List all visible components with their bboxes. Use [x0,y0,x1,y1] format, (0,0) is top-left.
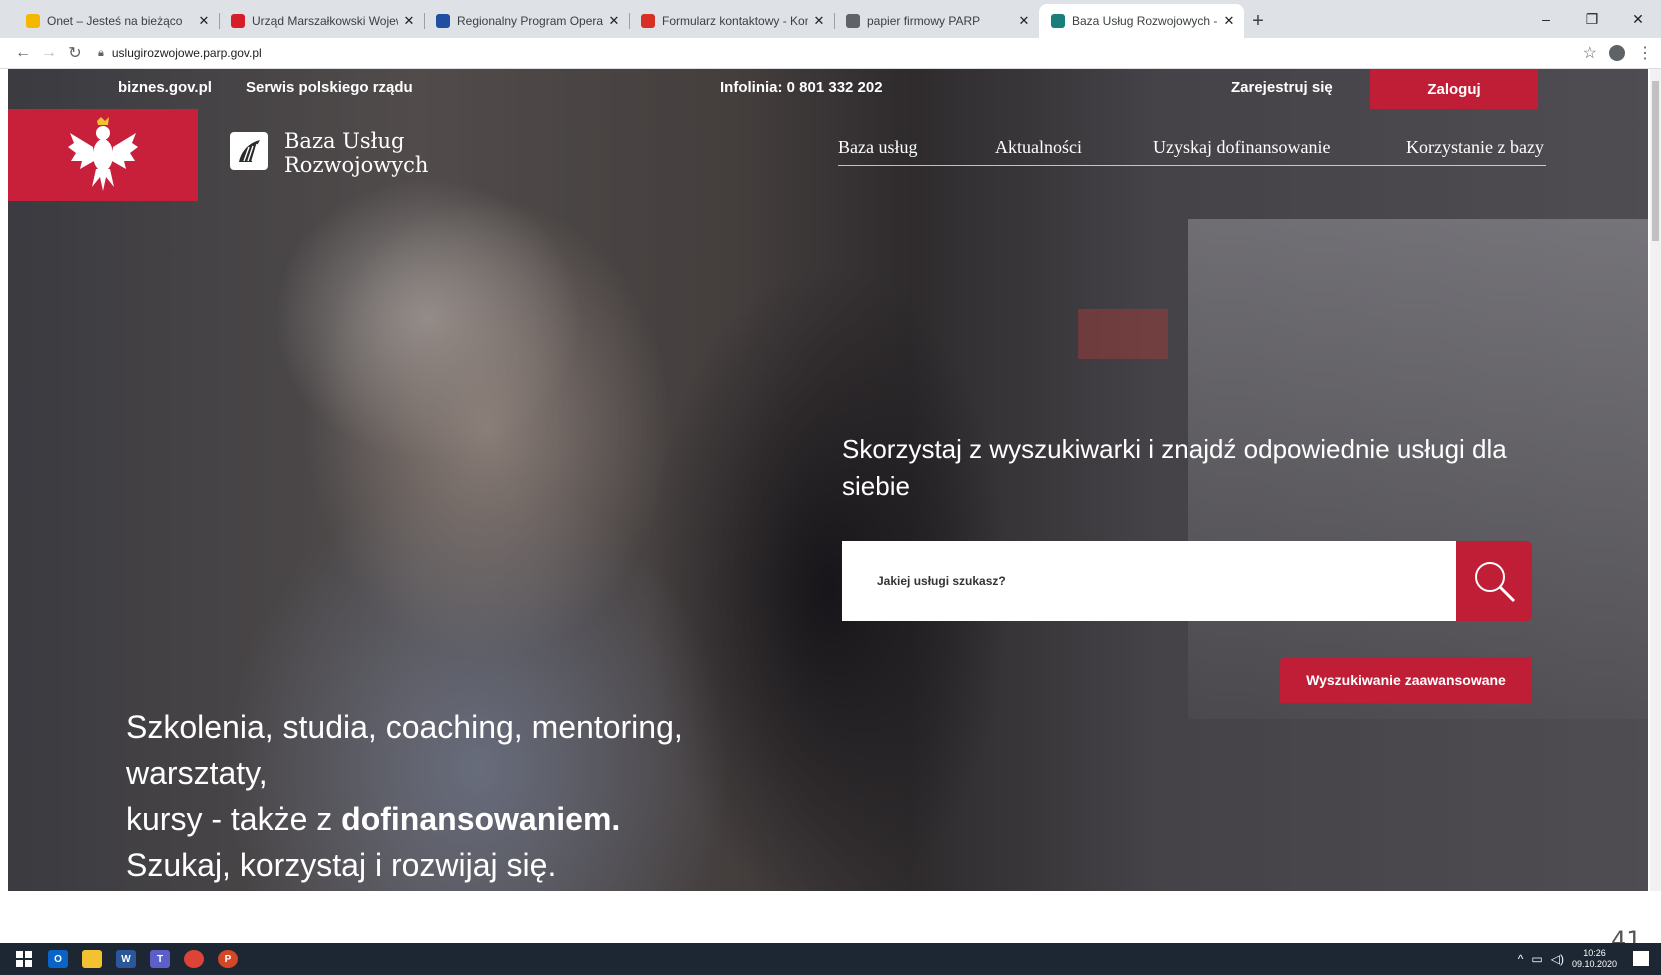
bur-logo-icon [230,132,268,170]
search-input[interactable] [842,541,1437,621]
lock-icon: 🔒︎ [98,46,104,59]
top-bar: biznes.gov.pl Serwis polskiego rządu Inf… [8,69,1648,109]
clock-time: 10:26 [1583,948,1606,958]
hero-line-1: Szkolenia, studia, coaching, mentoring, … [126,709,683,791]
teams-icon[interactable]: T [150,950,170,968]
word-icon[interactable]: W [116,950,136,968]
logo-line-2: Rozwojowych [284,153,429,177]
browser-tab[interactable]: Formularz kontaktowy - Kompete ✕ [629,4,834,38]
onet-favicon-icon [26,14,40,28]
search-box [842,541,1456,621]
new-tab-button[interactable]: + [1244,4,1272,38]
logo-line-1: Baza Usług [284,129,405,153]
tab-close-icon[interactable]: ✕ [1222,13,1236,29]
page-viewport: biznes.gov.pl Serwis polskiego rządu Inf… [8,69,1648,891]
rpo-favicon-icon [436,14,450,28]
close-window-icon[interactable]: ✕ [1615,0,1661,38]
background-decoration [1078,309,1168,359]
tab-title: Formularz kontaktowy - Kompete [662,14,808,28]
tab-title: Urząd Marszałkowski Województ [252,14,398,28]
bur-favicon-icon [1051,14,1065,28]
tab-title: papier firmowy PARP [867,14,981,28]
browser-tab[interactable]: Onet – Jesteś na bieżąco ✕ [14,4,219,38]
outlook-icon[interactable]: O [48,950,68,968]
nav-aktualnosci[interactable]: Aktualności [995,137,1082,158]
tab-list: Onet – Jesteś na bieżąco ✕ Urząd Marszałko… [14,4,1244,38]
clock[interactable]: 10:26 09.10.2020 [1572,948,1617,970]
file-explorer-icon[interactable] [82,950,102,968]
urzad-favicon-icon [231,14,245,28]
profile-icon[interactable] [1609,45,1625,61]
form-favicon-icon [641,14,655,28]
browser-tab[interactable]: Urząd Marszałkowski Województ ✕ [219,4,424,38]
reload-icon[interactable]: ↻ [62,43,88,63]
tab-title: Baza Usług Rozwojowych - Baza [1072,14,1218,28]
tab-close-icon[interactable]: ✕ [402,13,416,29]
login-button[interactable]: Zaloguj [1370,69,1538,109]
url-text: uslugirozwojowe.parp.gov.pl [111,46,262,60]
back-icon[interactable]: ← [10,44,36,62]
powerpoint-icon[interactable]: P [218,950,238,968]
main-navigation: Baza usług Aktualności Uzyskaj dofinanso… [838,137,1546,166]
tab-close-icon[interactable]: ✕ [812,13,826,29]
scrollbar-thumb[interactable] [1652,81,1659,241]
address-bar[interactable]: 🔒︎ uslugirozwojowe.parp.gov.pl [98,46,262,60]
notification-icon[interactable] [1633,951,1649,966]
hero-text: Szkolenia, studia, coaching, mentoring, … [126,704,826,888]
search-icon [1475,562,1516,603]
chevron-up-icon[interactable]: ^ [1518,952,1524,966]
nav-uzyskaj-dofinansowanie[interactable]: Uzyskaj dofinansowanie [1153,137,1330,158]
eagle-icon [68,117,138,191]
biznes-gov-link[interactable]: biznes.gov.pl [118,79,212,96]
search-heading: Skorzystaj z wyszukiwarki i znajdź odpow… [842,434,1507,501]
volume-icon[interactable]: ◁) [1551,952,1564,966]
tab-title: Onet – Jesteś na bieżąco [47,14,183,28]
browser-tab-strip: Onet – Jesteś na bieżąco ✕ Urząd Marszałko… [0,0,1661,38]
bookmark-star-icon[interactable]: ☆ [1583,43,1597,63]
tab-close-icon[interactable]: ✕ [607,13,621,29]
clock-date: 09.10.2020 [1571,959,1617,969]
chrome-icon[interactable] [184,950,204,968]
network-icon[interactable]: ▭ [1531,952,1542,966]
page-scrollbar[interactable] [1650,69,1661,891]
browser-toolbar: ← → ↻ 🔒︎ uslugirozwojowe.parp.gov.pl ☆ ⋮ [0,38,1661,69]
tab-title: Regionalny Program Operacyjny [457,14,603,28]
tab-close-icon[interactable]: ✕ [197,13,211,29]
advanced-search-button[interactable]: Wyszukiwanie zaawansowane [1280,657,1532,703]
window-controls: – ❐ ✕ [1523,0,1661,38]
hero-line-2: kursy - także z [126,801,342,837]
serwis-link[interactable]: Serwis polskiego rządu [246,79,413,96]
tab-close-icon[interactable]: ✕ [1017,13,1031,29]
hero-line-3: Szukaj, korzystaj i rozwijaj się. [126,847,557,883]
google-favicon-icon [846,14,860,28]
browser-tab[interactable]: Baza Usług Rozwojowych - Baza ✕ [1039,4,1244,38]
poland-eagle-logo[interactable] [8,109,198,201]
search-button[interactable] [1456,541,1532,621]
windows-taskbar: O W T P ^ ▭ ◁) 10:26 09.10.2020 [0,943,1661,975]
register-link[interactable]: Zarejestruj się [1231,79,1333,96]
hero-line-2-bold: dofinansowaniem. [341,801,621,837]
menu-icon[interactable]: ⋮ [1637,43,1653,63]
restore-icon[interactable]: ❐ [1569,0,1615,38]
bur-logo[interactable]: Baza Usług Rozwojowych [230,129,428,177]
nav-baza-uslug[interactable]: Baza usług [838,137,917,158]
browser-tab[interactable]: papier firmowy PARP ✕ [834,4,1039,38]
infolinia-text: Infolinia: 0 801 332 202 [720,79,883,96]
minimize-icon[interactable]: – [1523,0,1569,38]
nav-korzystanie-z-bazy[interactable]: Korzystanie z bazy [1406,137,1544,158]
browser-tab[interactable]: Regionalny Program Operacyjny ✕ [424,4,629,38]
windows-start-icon[interactable] [14,950,34,968]
system-tray: ^ ▭ ◁) 10:26 09.10.2020 [1518,943,1617,975]
forward-icon[interactable]: → [36,44,62,62]
